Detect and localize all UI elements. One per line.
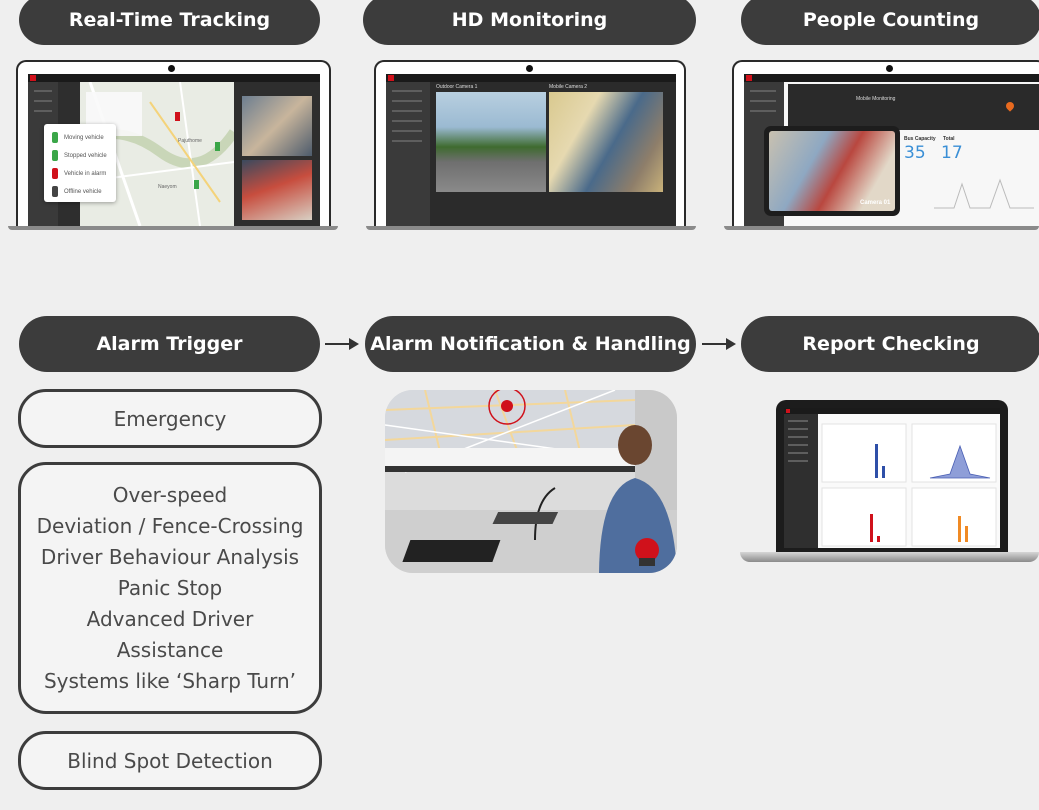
trigger-adas-line3: Systems like ‘Sharp Turn’ xyxy=(43,668,297,693)
monitoring-screen: Outdoor Camera 1 Mobile Camera 2 xyxy=(386,74,676,226)
trigger-deviation: Deviation / Fence-Crossing xyxy=(36,513,304,538)
trigger-adas-line2: Assistance xyxy=(116,637,224,662)
traffic-light-icon xyxy=(52,186,58,197)
laptop-hd-monitoring: Outdoor Camera 1 Mobile Camera 2 xyxy=(366,60,696,230)
traffic-light-icon xyxy=(52,150,58,161)
trigger-panic-stop: Panic Stop xyxy=(117,575,223,600)
traffic-light-icon xyxy=(52,168,58,179)
webcam-icon xyxy=(886,65,893,72)
alarm-vehicle-icon xyxy=(175,112,180,121)
legend-vehicle-in-alarm: Vehicle in alarm xyxy=(52,168,106,179)
control-room-scene xyxy=(385,390,677,573)
video-thumb-2 xyxy=(242,160,312,220)
laptop-base xyxy=(8,226,338,230)
trigger-over-speed: Over-speed xyxy=(112,482,228,507)
trigger-adas-line1: Advanced Driver xyxy=(86,606,254,631)
laptop-real-time-tracking: Pajuthome Naeyom Moving vehicle Stopped … xyxy=(8,60,338,230)
trigger-driver-behaviour: Driver Behaviour Analysis xyxy=(40,544,300,569)
pill-alarm-trigger: Alarm Trigger xyxy=(19,316,320,372)
panel-title: Mobile Monitoring xyxy=(856,96,896,102)
tracking-screen: Pajuthome Naeyom Moving vehicle Stopped … xyxy=(28,74,320,226)
metric-label-capacity: Bus Capacity xyxy=(904,136,936,142)
sidebar xyxy=(386,82,430,226)
pill-hd-monitoring: HD Monitoring xyxy=(363,0,696,45)
tablet-caption: Camera 01 xyxy=(860,200,891,206)
webcam-icon xyxy=(526,65,533,72)
metric-label-total: Total xyxy=(943,136,955,142)
webcam-icon xyxy=(168,65,175,72)
video-thumb-1 xyxy=(242,96,312,156)
laptop-people-counting: Mobile Monitoring Bus Capacity Total 35 … xyxy=(724,60,1039,230)
legend-moving-vehicle: Moving vehicle xyxy=(52,132,104,143)
tablet-camera-feed xyxy=(769,131,895,211)
outdoor-camera-feed xyxy=(436,92,546,192)
laptop-report-checking xyxy=(740,400,1039,570)
report-charts xyxy=(821,423,997,547)
metric-value-capacity: 35 xyxy=(904,143,926,163)
pill-alarm-notification-handling: Alarm Notification & Handling xyxy=(365,316,696,372)
dark-header-panel xyxy=(788,84,1039,130)
sidebar xyxy=(784,414,818,548)
bar-chart-bar xyxy=(875,444,878,478)
count-trend-chart xyxy=(934,178,1034,209)
moving-vehicle-icon xyxy=(215,142,220,151)
app-logo-icon xyxy=(746,75,752,81)
mobile-camera-feed xyxy=(549,92,663,192)
alarm-handling-illustration xyxy=(385,390,677,573)
camera-label: Mobile Camera 2 xyxy=(549,84,588,90)
metric-value-total: 17 xyxy=(941,143,963,163)
pill-people-counting: People Counting xyxy=(741,0,1039,45)
arrow-right-icon xyxy=(325,338,359,350)
trigger-group: Over-speed Deviation / Fence-Crossing Dr… xyxy=(18,462,322,714)
app-logo-icon xyxy=(786,409,790,413)
laptop-base xyxy=(724,226,1039,230)
camera-label: Outdoor Camera 1 xyxy=(436,84,478,90)
pill-report-checking: Report Checking xyxy=(741,316,1039,372)
legend-offline-vehicle: Offline vehicle xyxy=(52,186,102,197)
legend-stopped-vehicle: Stopped vehicle xyxy=(52,150,107,161)
laptop-base xyxy=(366,226,696,230)
report-screen xyxy=(784,408,1000,548)
trigger-blind-spot: Blind Spot Detection xyxy=(18,731,322,790)
map-alarm-marker-icon xyxy=(501,400,513,412)
trigger-emergency: Emergency xyxy=(18,389,322,448)
vehicle-status-legend: Moving vehicle Stopped vehicle Vehicle i… xyxy=(44,124,116,202)
app-logo-icon xyxy=(388,75,394,81)
traffic-light-icon xyxy=(52,132,58,143)
laptop-base xyxy=(740,552,1039,562)
app-logo-icon xyxy=(30,75,36,81)
pill-real-time-tracking: Real-Time Tracking xyxy=(19,0,320,45)
map-label: Naeyom xyxy=(158,184,177,190)
tablet-device: Camera 01 xyxy=(764,126,900,216)
map-label: Pajuthome xyxy=(178,138,202,144)
arrow-right-icon xyxy=(702,338,736,350)
